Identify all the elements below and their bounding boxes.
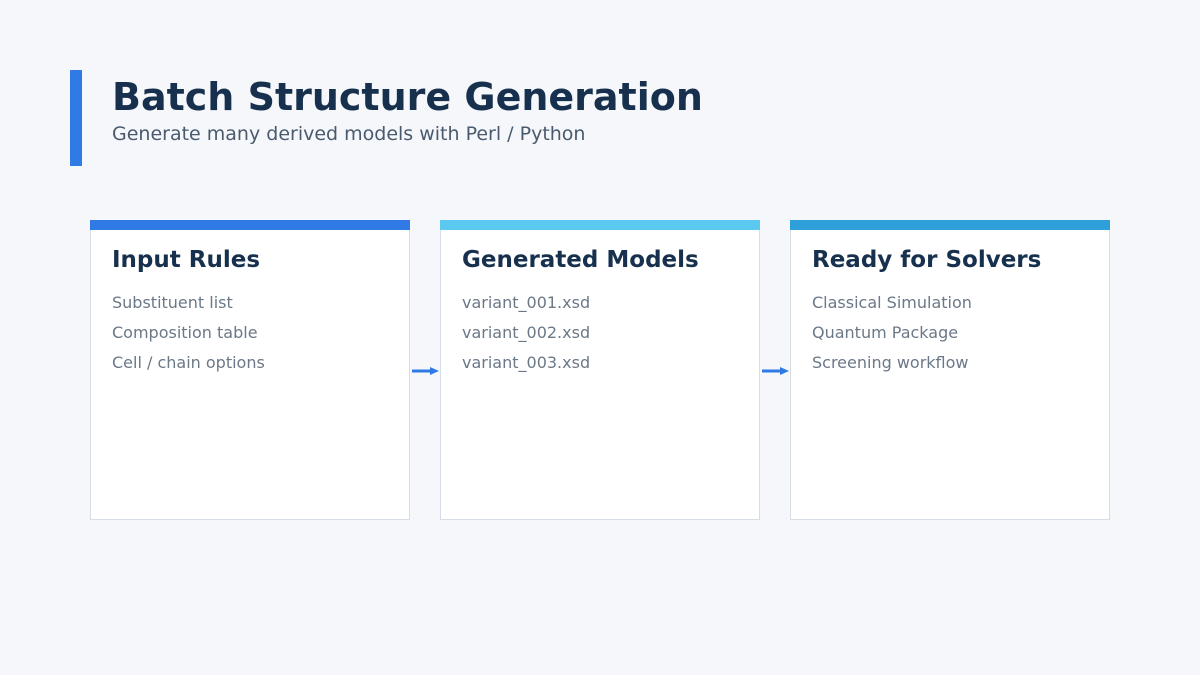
title-accent-bar xyxy=(70,70,82,166)
card-item-list: Substituent list Composition table Cell … xyxy=(112,288,265,378)
list-item: variant_002.xsd xyxy=(462,323,591,342)
list-item: Screening workflow xyxy=(812,353,969,372)
card-input-rules: Input Rules Substituent list Composition… xyxy=(90,220,410,520)
card-header-bar xyxy=(440,220,760,230)
card-header-bar xyxy=(90,220,410,230)
flow-arrow-icon xyxy=(762,367,789,375)
card-item-list: Classical Simulation Quantum Package Scr… xyxy=(812,288,972,378)
list-item: Classical Simulation xyxy=(812,293,972,312)
card-header-bar xyxy=(790,220,1110,230)
card-title: Generated Models xyxy=(462,247,699,273)
page-subtitle: Generate many derived models with Perl /… xyxy=(112,123,586,145)
list-item: variant_001.xsd xyxy=(462,293,591,312)
list-item: Cell / chain options xyxy=(112,353,265,372)
list-item: Composition table xyxy=(112,323,258,342)
list-item: Quantum Package xyxy=(812,323,959,342)
card-ready-for-solvers: Ready for Solvers Classical Simulation Q… xyxy=(790,220,1110,520)
card-title: Input Rules xyxy=(112,247,261,273)
card-title: Ready for Solvers xyxy=(812,247,1042,273)
card-item-list: variant_001.xsd variant_002.xsd variant_… xyxy=(462,288,590,378)
list-item: variant_003.xsd xyxy=(462,353,591,372)
page-title: Batch Structure Generation xyxy=(112,75,703,119)
flow-arrow-icon xyxy=(412,367,439,375)
list-item: Substituent list xyxy=(112,293,233,312)
card-generated-models: Generated Models variant_001.xsd variant… xyxy=(440,220,760,520)
